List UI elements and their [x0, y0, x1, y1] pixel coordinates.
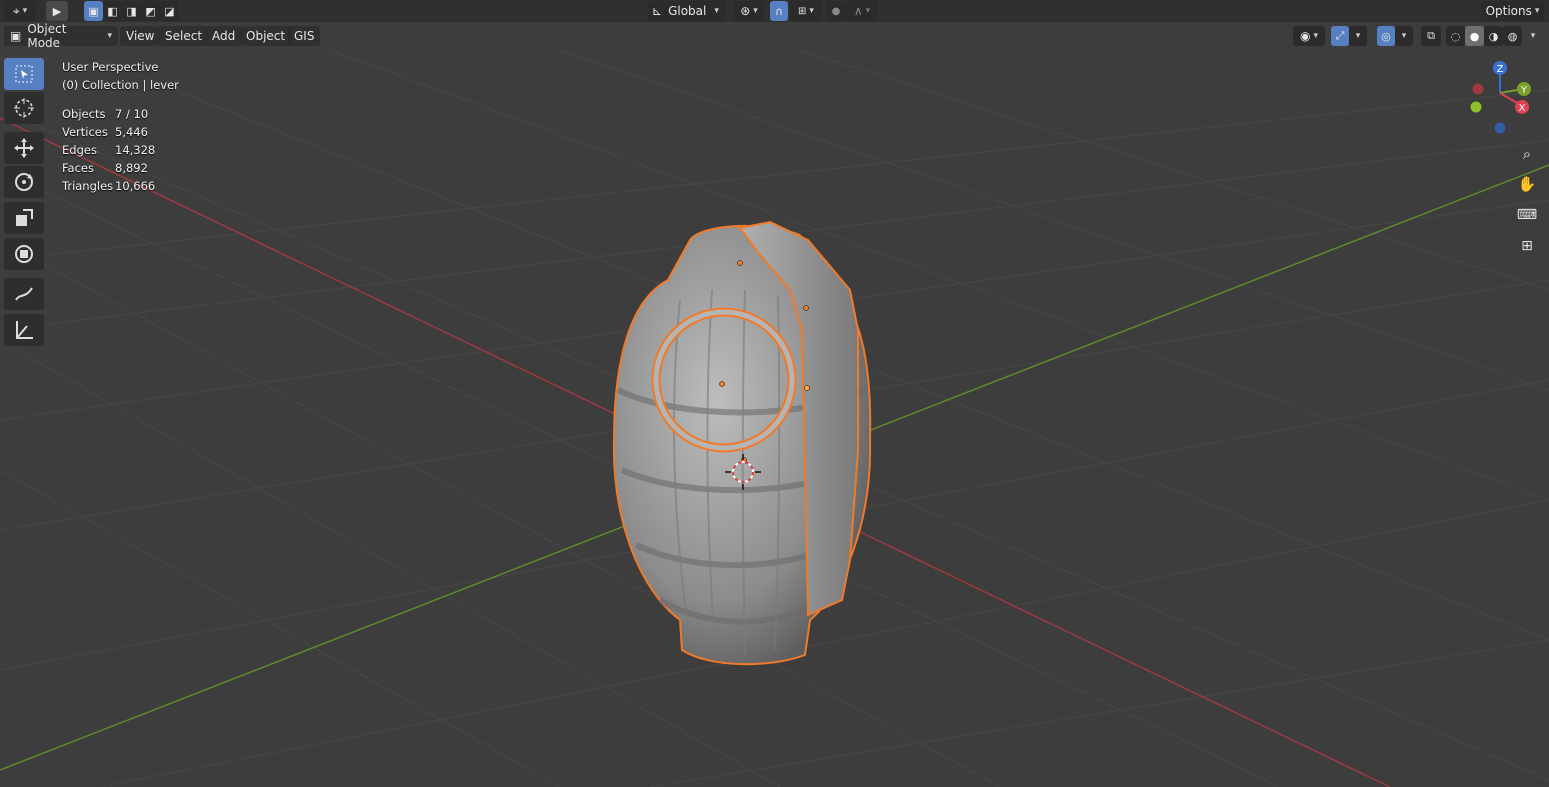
magnet-icon: ∩: [774, 4, 784, 18]
zoom-icon: ⌕: [1522, 145, 1532, 163]
zoom-button[interactable]: ⌕: [1513, 140, 1541, 168]
select-extend-button[interactable]: ◧: [103, 1, 122, 21]
viewport-scene: [0, 49, 1549, 787]
select-invert-button[interactable]: ◩: [141, 1, 160, 21]
collection-label: (0) Collection | lever: [62, 78, 179, 92]
measure-icon: [16, 321, 33, 339]
transform-orientation-dropdown[interactable]: ⊾ Global ▾: [648, 1, 726, 21]
grid-perspective-icon: ⊞: [1521, 238, 1533, 254]
menu-view[interactable]: View: [120, 26, 161, 46]
eye-icon: ◉: [1299, 29, 1311, 43]
svg-text:X: X: [1519, 103, 1526, 114]
visibility-dropdown[interactable]: ◉ ▾: [1293, 26, 1325, 46]
scale-icon: [16, 209, 33, 226]
shading-solid[interactable]: ●: [1465, 26, 1484, 46]
tool-move[interactable]: [4, 132, 44, 164]
options-dropdown[interactable]: Options ▾: [1481, 1, 1544, 21]
3d-viewport[interactable]: ⌖ ▾ ▶ ▣ ◧ ◨ ◩ ◪ ⊾ Global ▾ ⊛ ▾ ∩ ⊞ ▾ ● ∧ ▾ Op…: [0, 0, 1549, 787]
tool-scale[interactable]: [4, 202, 44, 234]
gizmo-dropdown[interactable]: ▾: [1349, 26, 1367, 46]
xray-toggle[interactable]: ⧉: [1421, 26, 1441, 46]
tool-rotate[interactable]: [4, 166, 44, 198]
rotate-icon: [15, 173, 33, 191]
select-box-icon: [15, 65, 33, 83]
select-invert-icon: ◩: [145, 4, 156, 18]
editor-type-button[interactable]: ⌖ ▾: [4, 1, 36, 21]
material-sphere-icon: ◑: [1488, 29, 1499, 43]
pivot-icon: ⊛: [740, 4, 751, 18]
gizmo-neg-x[interactable]: [1472, 83, 1484, 95]
proportional-edit-toggle[interactable]: ●: [826, 1, 846, 21]
grenade-model: [612, 220, 872, 666]
tool-select-button[interactable]: ▶: [46, 1, 68, 21]
gizmo-toggle[interactable]: ⤢: [1331, 26, 1349, 46]
tool-select-box[interactable]: [4, 58, 44, 90]
perspective-label: User Perspective: [62, 60, 159, 74]
cursor-icon: [14, 98, 34, 118]
falloff-curve-icon: ∧: [853, 4, 863, 18]
mode-label: Object Mode: [27, 22, 67, 50]
wireframe-sphere-icon: ◌: [1450, 29, 1461, 43]
stat-faces: Faces 8,892: [62, 161, 148, 175]
overlays-toggle[interactable]: ◎: [1377, 26, 1395, 46]
camera-icon: ⌨: [1516, 207, 1538, 223]
stat-triangles: Triangles 10,666: [62, 179, 156, 193]
select-new-button[interactable]: ▣: [84, 1, 103, 21]
menu-select[interactable]: Select: [159, 26, 209, 46]
gizmo-neg-z[interactable]: [1494, 122, 1506, 134]
mode-dropdown[interactable]: ▣ Object Mode ▾: [4, 22, 118, 50]
viewport-info-overlay: User Perspective (0) Collection | lever …: [62, 58, 179, 195]
solid-sphere-icon: ●: [1469, 29, 1480, 43]
snap-increment-icon: ⊞: [798, 5, 807, 17]
shading-rendered[interactable]: ◍: [1503, 26, 1522, 46]
pivot-point-dropdown[interactable]: ⊛ ▾: [734, 1, 764, 21]
rendered-sphere-icon: ◍: [1507, 29, 1518, 43]
snap-target-dropdown[interactable]: ⊞ ▾: [790, 1, 822, 21]
svg-text:Z: Z: [1497, 64, 1504, 75]
camera-view-button[interactable]: ⌨: [1513, 201, 1541, 229]
select-subtract-icon: ◨: [126, 4, 137, 18]
orientation-icon: ⊾: [652, 4, 663, 18]
move-icon: [14, 138, 34, 158]
overlays-dropdown[interactable]: ▾: [1395, 26, 1413, 46]
cursor-arrow-icon: ▶: [52, 4, 62, 18]
perspective-toggle-button[interactable]: ⊞: [1513, 232, 1541, 260]
tool-annotate[interactable]: [4, 278, 44, 310]
orientation-label: Global: [668, 4, 707, 18]
hand-icon: ✋: [1517, 175, 1537, 193]
object-mode-icon: ▣: [10, 29, 22, 43]
gizmo-icon: ⤢: [1335, 29, 1345, 42]
shading-dropdown[interactable]: ▾: [1524, 26, 1542, 46]
proportional-edit-icon: ●: [831, 5, 841, 17]
select-intersect-icon: ◪: [164, 4, 175, 18]
svg-text:Y: Y: [1520, 85, 1528, 96]
tool-measure[interactable]: [4, 314, 44, 346]
editor-type-icon: ⌖: [12, 3, 20, 18]
navigation-gizmo[interactable]: Z Y X: [1468, 58, 1538, 138]
options-label: Options: [1485, 4, 1532, 18]
select-extend-icon: ◧: [107, 4, 118, 18]
transform-icon: [15, 245, 33, 263]
overlays-icon: ◎: [1381, 29, 1391, 43]
xray-icon: ⧉: [1427, 29, 1435, 42]
stat-edges: Edges 14,328: [62, 143, 156, 157]
menu-add[interactable]: Add: [206, 26, 242, 46]
menu-gis[interactable]: GIS: [288, 26, 321, 46]
select-subtract-button[interactable]: ◨: [122, 1, 141, 21]
select-intersect-button[interactable]: ◪: [160, 1, 179, 21]
tool-transform[interactable]: [4, 238, 44, 270]
gizmo-neg-y[interactable]: [1470, 101, 1482, 113]
tool-cursor[interactable]: [4, 92, 44, 124]
select-new-icon: ▣: [88, 4, 99, 18]
stat-objects: Objects 7 / 10: [62, 107, 149, 121]
shading-wireframe[interactable]: ◌: [1446, 26, 1465, 46]
shading-material[interactable]: ◑: [1484, 26, 1503, 46]
pan-button[interactable]: ✋: [1513, 170, 1541, 198]
falloff-dropdown[interactable]: ∧ ▾: [846, 1, 878, 21]
annotate-icon: [15, 287, 33, 301]
menu-object[interactable]: Object: [240, 26, 292, 46]
snap-toggle[interactable]: ∩: [770, 1, 788, 21]
stat-vertices: Vertices 5,446: [62, 125, 148, 139]
